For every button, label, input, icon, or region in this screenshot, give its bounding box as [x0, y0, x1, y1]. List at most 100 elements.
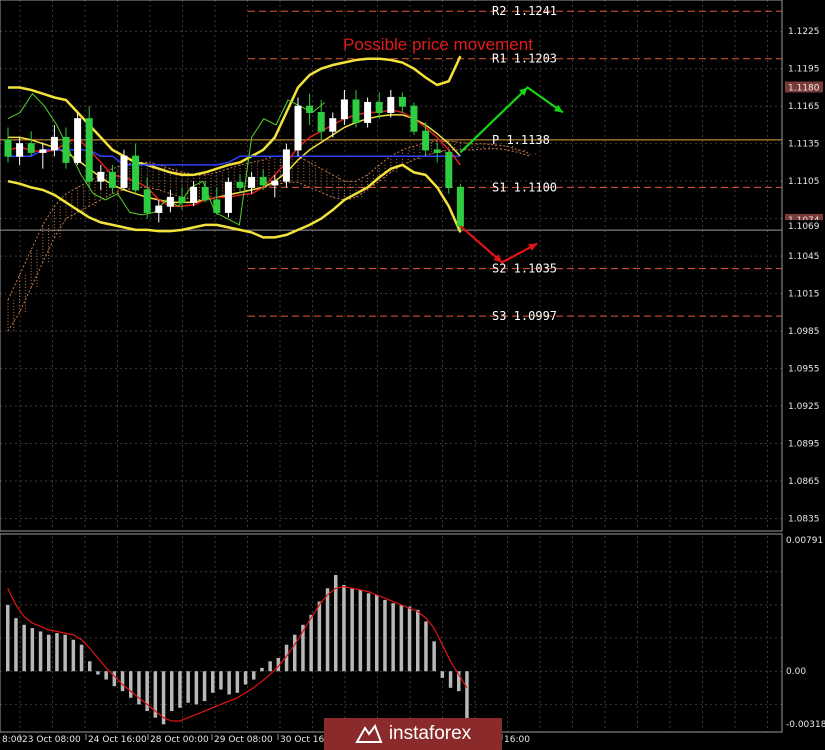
candle-body — [340, 99, 348, 120]
macd-bar — [112, 671, 117, 687]
instaforex-watermark: instaforex — [324, 718, 502, 750]
candle-body — [201, 186, 209, 201]
macd-bar — [38, 631, 43, 672]
candle-body — [4, 139, 12, 157]
macd-bar — [342, 584, 346, 672]
macd-bar — [30, 628, 35, 672]
price-tick-label: 1.0925 — [788, 402, 820, 412]
candle-body — [329, 118, 337, 132]
candle-body — [352, 99, 360, 123]
candle-body — [178, 196, 186, 203]
macd-bar — [170, 671, 174, 712]
macd-bar — [317, 601, 322, 672]
macd-bar — [375, 594, 379, 672]
candle-body — [306, 105, 314, 113]
macd-bar — [350, 588, 354, 672]
x-tick-label: 8:00 — [2, 735, 22, 745]
price-marker-label: 1.1069 — [788, 222, 820, 232]
candle-body — [155, 205, 163, 213]
candle-body — [190, 186, 198, 203]
macd-bar — [120, 671, 125, 692]
macd-bar — [366, 593, 371, 672]
macd-bar — [63, 634, 67, 672]
macd-bar — [448, 671, 453, 688]
candle-body — [445, 151, 453, 188]
price-tick-label: 1.0835 — [788, 515, 820, 525]
x-tick-label: 28 Oct 00:00 — [150, 735, 209, 745]
price-tick-label: 1.1195 — [788, 65, 820, 75]
x-tick-label: 24 Oct 16:00 — [88, 735, 147, 745]
macd-bar — [79, 644, 84, 672]
candle-body — [166, 196, 174, 207]
candle-body — [97, 171, 105, 182]
candle-body — [120, 155, 128, 188]
price-tick-label: 1.1135 — [788, 140, 820, 150]
x-tick-label: 16:00 — [504, 735, 530, 745]
macd-bar — [219, 671, 223, 690]
macd-bar — [186, 671, 190, 703]
macd-bar — [178, 671, 182, 708]
macd-bar — [325, 588, 330, 672]
macd-tick-label: 0.00791 — [786, 536, 823, 546]
macd-bar — [129, 671, 133, 698]
pivot-label-s3: S3 1.0997 — [492, 309, 557, 323]
pivot-label-p: P 1.1138 — [492, 133, 550, 147]
pivot-label-s1: S1 1.1100 — [492, 180, 557, 194]
chart-title: Possible price movement — [343, 35, 533, 54]
pivot-label-r2: R2 1.1241 — [492, 4, 557, 18]
macd-bar — [55, 633, 59, 672]
macd-bar — [260, 667, 264, 672]
price-tick-label: 1.1045 — [788, 252, 820, 262]
candle-body — [375, 101, 383, 113]
macd-tick-label: 0.00 — [786, 667, 806, 677]
candle-body — [271, 180, 279, 186]
macd-bar — [268, 661, 272, 672]
macd-tick-label: -0.00318 — [786, 720, 825, 730]
price-tick-label: 1.0895 — [788, 440, 820, 450]
candle-body — [259, 176, 267, 186]
candle-body — [85, 118, 93, 182]
price-tick-label: 1.1225 — [788, 27, 820, 37]
macd-bar — [96, 671, 100, 675]
macd-bar — [293, 634, 297, 672]
candle-body — [132, 155, 140, 191]
macd-bar — [14, 618, 18, 672]
price-tick-label: 1.1165 — [788, 102, 820, 112]
candle-body — [39, 149, 47, 153]
candle-body — [50, 136, 58, 151]
candle-body — [236, 181, 244, 188]
macd-bar — [227, 671, 231, 695]
candle-body — [387, 96, 395, 113]
macd-bar — [407, 606, 412, 672]
macd-bar — [383, 599, 387, 672]
candle-body — [282, 149, 290, 182]
macd-bar — [22, 624, 26, 672]
macd-bar — [399, 604, 404, 672]
macd-bar — [416, 609, 420, 672]
macd-bar — [358, 589, 363, 672]
macd-bar — [252, 671, 256, 680]
candle-body — [213, 199, 221, 213]
candle-body — [456, 186, 464, 227]
price-tick-label: 1.1015 — [788, 290, 820, 300]
instaforex-logo-icon — [355, 724, 383, 743]
candle-body — [27, 143, 35, 153]
macd-bar — [47, 634, 51, 672]
macd-bar — [309, 614, 313, 672]
macd-bar — [432, 641, 436, 672]
macd-bar — [211, 671, 215, 693]
candle-body — [74, 118, 82, 163]
candle-body — [433, 149, 441, 153]
candle-body — [108, 171, 116, 188]
macd-bar — [202, 671, 207, 702]
candle-body — [143, 189, 151, 213]
x-tick-label: 29 Oct 08:00 — [214, 735, 273, 745]
macd-bar — [104, 671, 108, 680]
macd-bar — [465, 671, 469, 725]
macd-bar — [194, 671, 199, 705]
pivot-label-s2: S2 1.1035 — [492, 262, 557, 276]
candle-body — [317, 111, 325, 132]
price-tick-label: 1.0865 — [788, 477, 820, 487]
candle-body — [62, 136, 70, 163]
macd-bar — [71, 639, 76, 672]
